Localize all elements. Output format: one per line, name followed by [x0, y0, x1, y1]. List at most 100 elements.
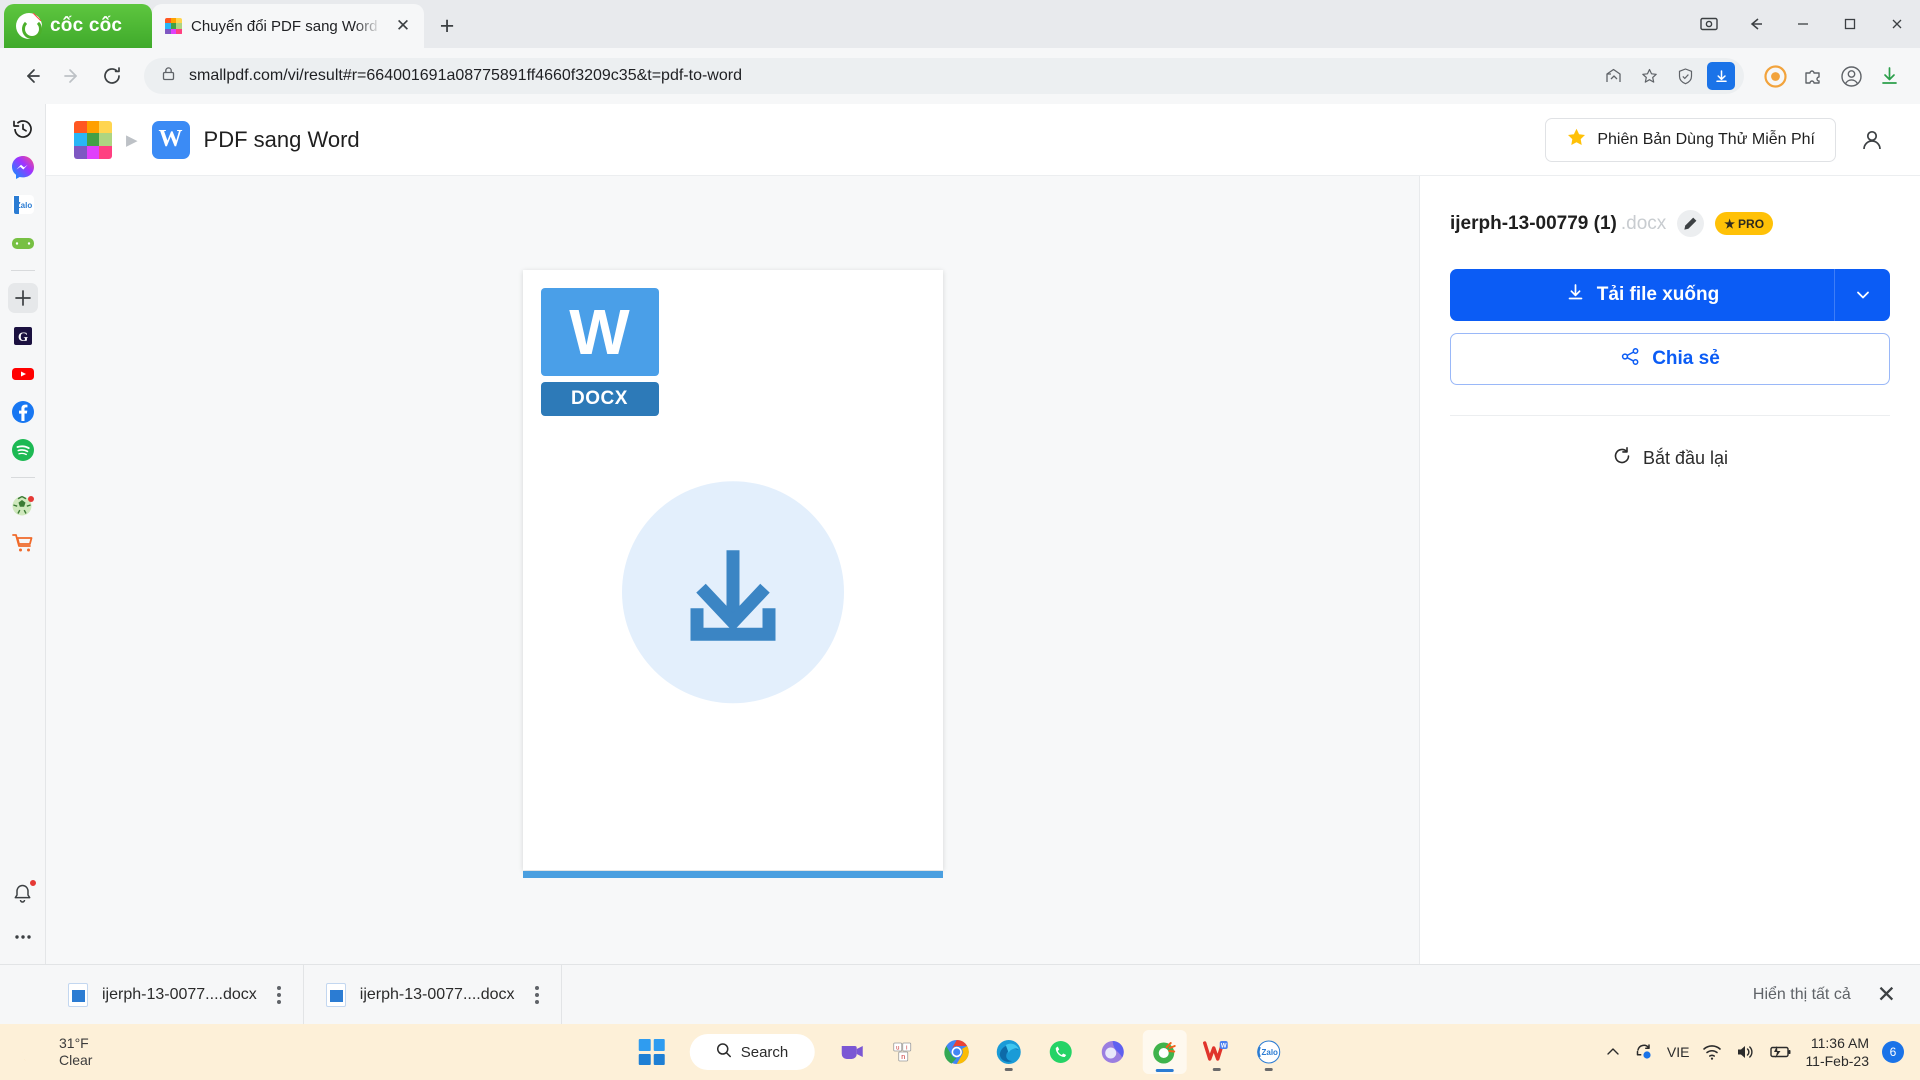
clock[interactable]: 11:36 AM 11-Feb-23: [1805, 1034, 1869, 1070]
browser-tab-active[interactable]: Chuyển đổi PDF sang Word ✕: [152, 4, 424, 48]
free-trial-label: Phiên Bản Dùng Thử Miễn Phí: [1597, 130, 1815, 148]
smallpdf-logo-icon[interactable]: [74, 120, 112, 159]
forward-button[interactable]: [54, 58, 90, 94]
notification-count-badge[interactable]: 6: [1882, 1041, 1904, 1063]
download-item[interactable]: ijerph-13-0077....docx: [304, 964, 562, 1025]
close-window-button[interactable]: [1873, 0, 1920, 48]
minimize-button[interactable]: [1779, 0, 1826, 48]
coccoc-brand-tab[interactable]: cốc cốc: [4, 4, 152, 48]
screenshot-icon[interactable]: [1685, 0, 1732, 48]
chrome-icon[interactable]: [934, 1030, 978, 1074]
show-all-downloads-link[interactable]: Hiển thị tất cả: [1753, 986, 1851, 1004]
lock-icon: [160, 65, 177, 87]
language-indicator[interactable]: VIE: [1667, 1044, 1690, 1060]
download-shelf-actions: Hiển thị tất cả ✕: [1753, 983, 1920, 1006]
maximize-button[interactable]: [1826, 0, 1873, 48]
share-page-icon[interactable]: [1598, 61, 1628, 91]
start-over-link[interactable]: Bắt đầu lại: [1450, 446, 1890, 471]
sidebar-divider: [10, 270, 35, 271]
address-bar[interactable]: smallpdf.com/vi/result#r=664001691a08775…: [144, 58, 1744, 94]
back-arrow-icon[interactable]: [1732, 0, 1779, 48]
volume-icon[interactable]: [1735, 1043, 1755, 1061]
messenger-icon[interactable]: [8, 152, 38, 182]
download-item-menu-icon[interactable]: [271, 980, 287, 1010]
download-illustration-icon: [621, 481, 844, 704]
start-button[interactable]: [630, 1030, 674, 1074]
weather-temperature: 31°F: [59, 1034, 89, 1051]
coccoc-sidebar: Zalo G: [0, 104, 46, 964]
wps-office-icon[interactable]: W: [1194, 1030, 1238, 1074]
taskbar-search[interactable]: Search: [689, 1034, 815, 1070]
svg-text:W: W: [1220, 1044, 1226, 1050]
svg-text:i: i: [906, 1046, 907, 1052]
browser-toolbar: smallpdf.com/vi/result#r=664001691a08775…: [0, 48, 1920, 104]
svg-text:Zalo: Zalo: [15, 201, 32, 210]
close-shelf-icon[interactable]: ✕: [1877, 983, 1896, 1006]
sidebar-divider-2: [10, 477, 35, 478]
bookmark-star-icon[interactable]: [1634, 61, 1664, 91]
more-options-icon[interactable]: [8, 922, 38, 952]
word-file-icon-group: W DOCX: [540, 288, 661, 416]
file-info-row: ijerph-13-00779 (1) .docx ★ PRO: [1450, 210, 1890, 237]
search-icon: [716, 1042, 732, 1062]
profile-avatar-icon[interactable]: [1834, 59, 1868, 93]
weather-text: 31°F Clear: [59, 1035, 92, 1070]
download-file-button[interactable]: Tải file xuống: [1450, 269, 1834, 321]
download-options-dropdown[interactable]: [1834, 269, 1890, 321]
share-button[interactable]: Chia sẻ: [1450, 333, 1890, 385]
weather-condition: Clear: [59, 1052, 93, 1068]
download-item[interactable]: ijerph-13-0077....docx: [46, 964, 304, 1025]
weather-widget[interactable]: 31°F Clear: [0, 1035, 92, 1070]
battery-charging-icon[interactable]: [1768, 1044, 1792, 1060]
unikey-icon[interactable]: u in: [882, 1030, 926, 1074]
coccoc-brand-label: cốc cốc: [50, 15, 123, 36]
browser-viewport: Zalo G ▶ W PDF sang Word Phiên Bản Dùng …: [0, 104, 1920, 964]
moon-icon: [22, 1039, 48, 1065]
notification-dot: [28, 879, 37, 887]
new-tab-button[interactable]: +: [430, 9, 464, 43]
download-button-group: Tải file xuống: [1450, 269, 1890, 321]
rename-pencil-icon[interactable]: [1677, 210, 1705, 237]
g-icon[interactable]: G: [8, 321, 38, 351]
browser-download-icon[interactable]: [1872, 59, 1906, 93]
sync-icon[interactable]: [1634, 1042, 1654, 1062]
share-icon: [1620, 346, 1641, 373]
back-button[interactable]: [14, 58, 50, 94]
add-icon[interactable]: [7, 283, 38, 313]
downloads-active-icon[interactable]: [1706, 61, 1736, 91]
youtube-icon[interactable]: [8, 359, 38, 389]
zalo-icon[interactable]: Zalo: [1246, 1030, 1290, 1074]
page-title: PDF sang Word: [203, 126, 360, 152]
tray-chevron-icon[interactable]: [1605, 1044, 1621, 1060]
games-icon[interactable]: [8, 228, 38, 258]
spotify-icon[interactable]: [8, 435, 38, 465]
browser-tab-strip: cốc cốc Chuyển đổi PDF sang Word ✕ +: [0, 0, 1920, 48]
reload-button[interactable]: [94, 58, 130, 94]
download-item-menu-icon[interactable]: [529, 980, 545, 1010]
edge-icon[interactable]: [986, 1030, 1030, 1074]
shield-icon[interactable]: [1670, 61, 1700, 91]
account-icon[interactable]: [1852, 120, 1892, 160]
teams-icon[interactable]: [830, 1030, 874, 1074]
free-trial-button[interactable]: Phiên Bản Dùng Thử Miễn Phí: [1545, 117, 1836, 162]
wifi-icon[interactable]: [1702, 1043, 1722, 1061]
coccoc-shield-extension-icon[interactable]: [1758, 59, 1792, 93]
shopping-icon[interactable]: [8, 528, 38, 558]
microsoft365-icon[interactable]: [1090, 1030, 1134, 1074]
whatsapp-icon[interactable]: [1038, 1030, 1082, 1074]
close-tab-icon[interactable]: ✕: [390, 13, 416, 39]
page-body: W DOCX ijerph-13-00779 (1) .docx ★ PRO T…: [46, 176, 1920, 964]
star-icon: [1566, 127, 1587, 153]
extensions-icon[interactable]: [1796, 59, 1830, 93]
coccoc-icon[interactable]: [1142, 1030, 1187, 1074]
pro-badge-label: PRO: [1738, 216, 1765, 231]
football-icon[interactable]: [8, 490, 38, 520]
header-right-actions: Phiên Bản Dùng Thử Miễn Phí: [1545, 117, 1892, 162]
zalo-icon[interactable]: Zalo: [8, 190, 38, 220]
history-icon[interactable]: [8, 114, 38, 144]
windows-taskbar: 31°F Clear Search uin W Zalo VIE 11:36 A…: [0, 1024, 1920, 1080]
document-preview-card[interactable]: W DOCX: [522, 270, 943, 878]
facebook-icon[interactable]: [8, 397, 38, 427]
notifications-bell-icon[interactable]: [8, 878, 38, 908]
taskbar-apps: Search u in W Zalo: [630, 1030, 1291, 1074]
